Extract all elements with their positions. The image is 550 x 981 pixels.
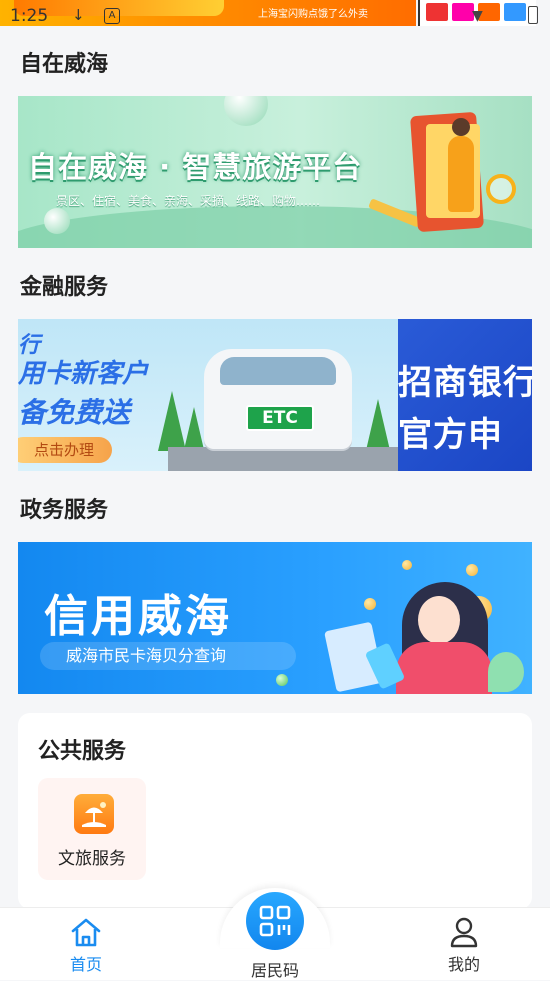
section-title-ziwai: 自在威海 [20,52,109,77]
tourist-illustration [448,136,474,212]
user-icon [446,914,482,950]
notification-a-icon: A [104,8,120,24]
nav-home-label: 首页 [69,955,102,974]
finance-banner-line3: 备免费送 [18,396,131,429]
top-ad-text: 上海宝闪购点饿了么外卖 [258,9,368,20]
ad-thumbnail [426,3,448,21]
nav-mine[interactable]: 我的 [404,908,524,980]
decor-ball [44,208,70,234]
top-ad-banner[interactable]: 上海宝闪购点饿了么外卖 [0,0,416,26]
decor-bubble [276,674,288,686]
credit-weihai-subtitle: 威海市民卡海贝分查询 [40,642,296,670]
ziwai-banner[interactable]: 自在威海 · 智慧旅游平台 景区、住宿、美食、亲海、采摘、线路、购物…… [18,96,532,248]
car-windshield [220,357,336,385]
leaf-illustration [488,652,524,692]
decor-bubble [402,560,412,570]
credit-weihai-banner[interactable]: 信用威海 威海市民卡海贝分查询 [18,542,532,694]
finance-banner[interactable]: 行 用卡新客户 备免费送 点击办理 ETC 招商银行 官方申 [18,319,532,471]
credit-weihai-title: 信用威海 [44,591,232,642]
decor-ball [224,96,268,126]
section-title-finance: 金融服务 [20,275,109,300]
cmb-banner-line1: 招商银行 [398,363,532,403]
etc-plate: ETC [246,405,314,431]
nav-mine-label: 我的 [447,955,480,974]
decor-bubble [466,564,478,576]
nav-home[interactable]: 首页 [26,908,146,980]
wifi-icon: ▼ [472,8,483,24]
apply-now-button[interactable]: 点击办理 [18,437,112,463]
battery-icon [528,6,538,24]
status-time: 1:25 [10,6,49,26]
public-services-title: 公共服务 [38,739,127,764]
magnifier-icon [486,174,516,204]
finance-banner-line2: 用卡新客户 [18,359,149,389]
ad-thumbnail [452,3,474,21]
ad-thumbnail [504,3,526,21]
ziwai-banner-subtitle: 景区、住宿、美食、亲海、采摘、线路、购物…… [56,194,321,208]
section-title-government: 政务服务 [20,498,109,523]
service-tile-culture-tourism[interactable]: 文旅服务 [38,778,146,880]
resident-code-label: 居民码 [250,961,299,980]
ziwai-banner-title: 自在威海 · 智慧旅游平台 [28,150,363,184]
status-bar: 上海宝闪购点饿了么外卖 1:25 ↓ A ▼ [0,0,550,28]
public-services-card: 公共服务 文旅服务 [18,713,532,909]
beach-umbrella-icon [74,794,114,834]
home-icon [68,914,104,950]
download-icon: ↓ [72,6,85,24]
woman-body-illustration [396,642,492,694]
service-label: 文旅服务 [58,849,126,869]
tourist-head-illustration [452,118,470,136]
qr-code-icon [259,905,291,937]
cmb-banner-panel: 招商银行 官方申 [398,319,532,471]
resident-code-button[interactable] [246,892,304,950]
woman-face-illustration [418,596,460,644]
cmb-banner-line2: 官方申 [398,415,503,455]
road-illustration [168,447,398,471]
decor-bubble [364,598,376,610]
